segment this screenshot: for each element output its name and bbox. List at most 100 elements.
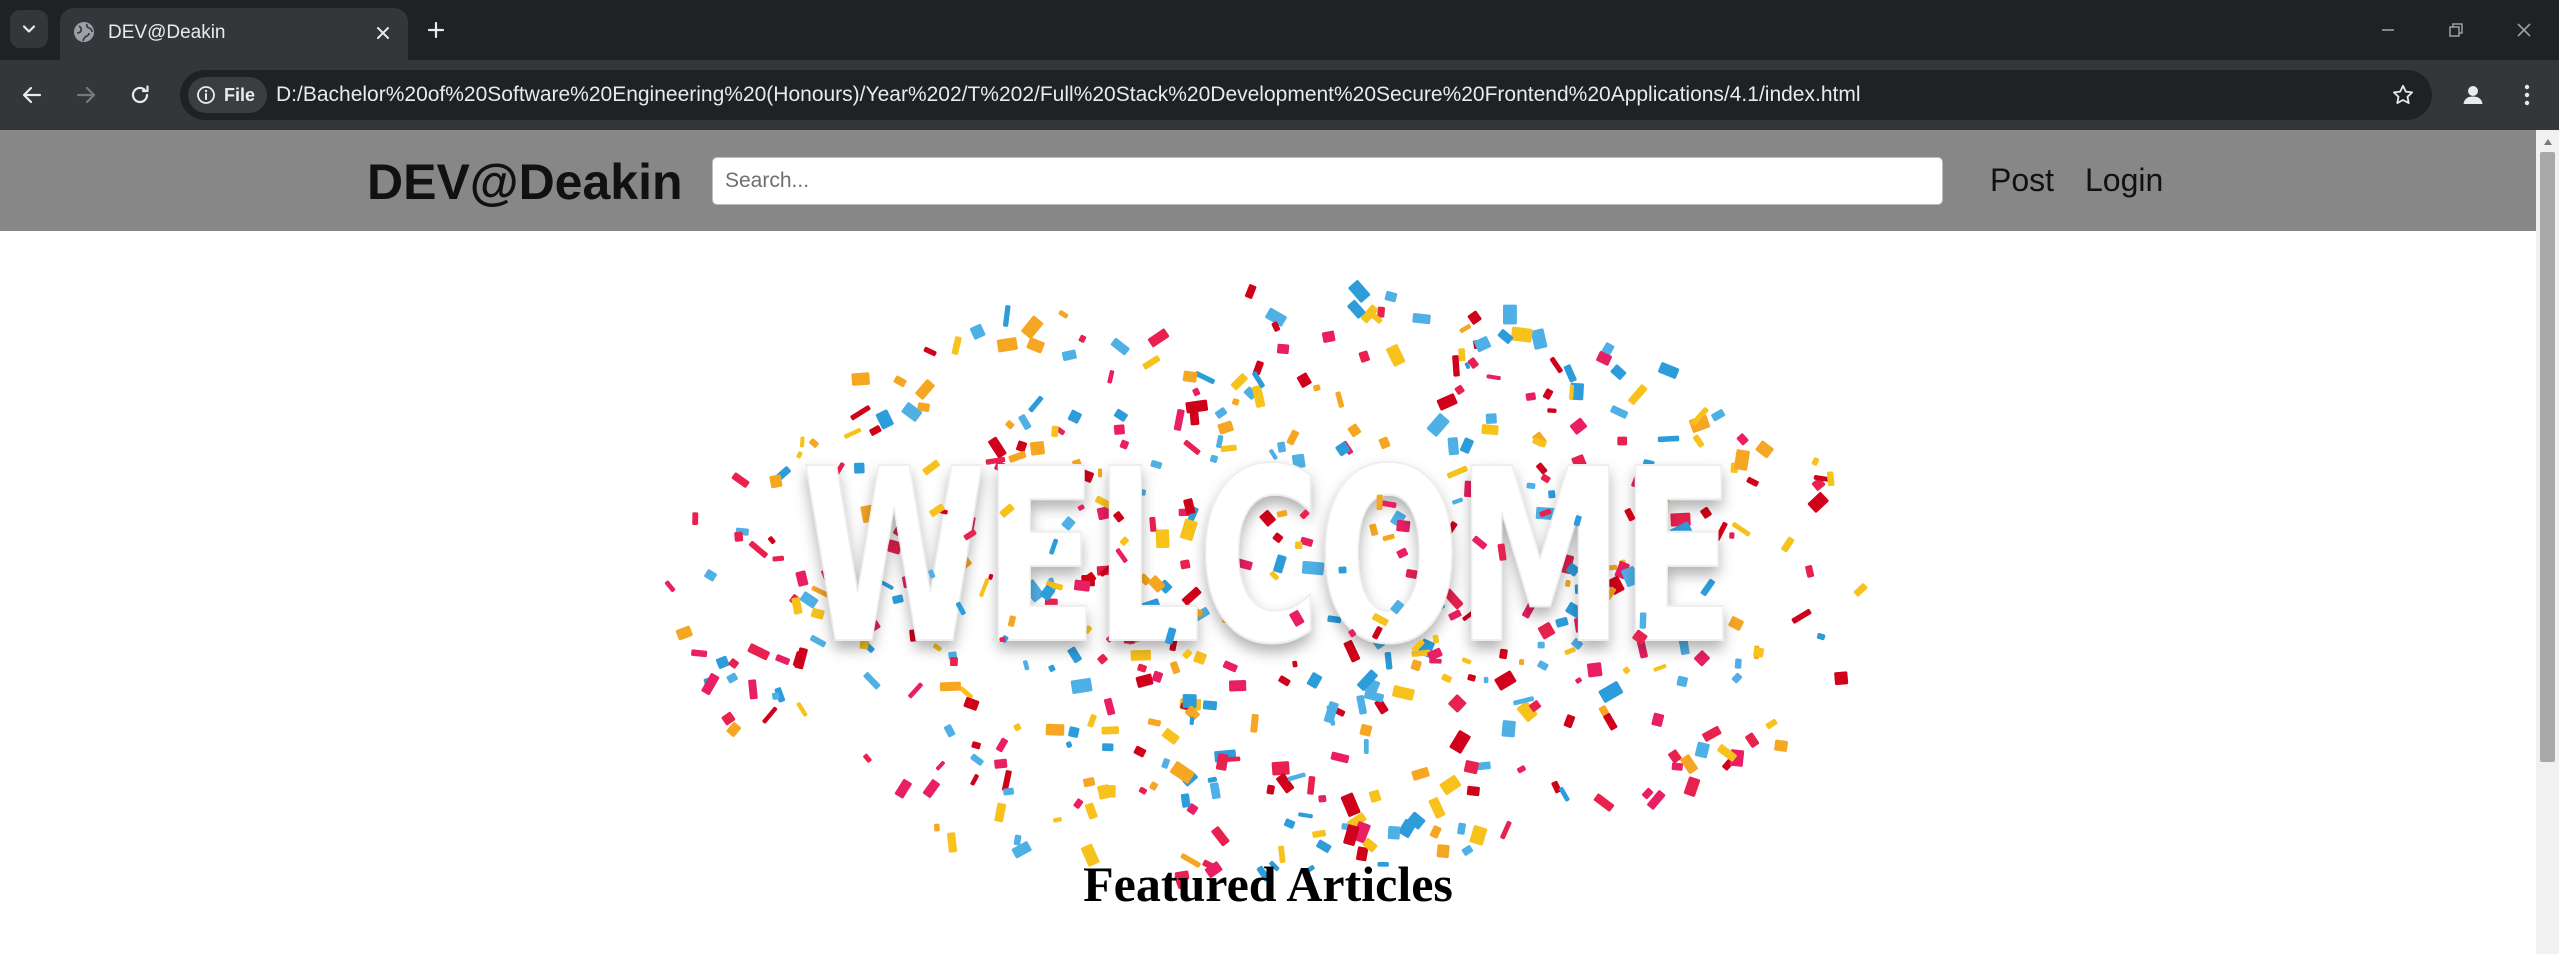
confetti-piece xyxy=(851,372,870,386)
bookmark-button[interactable] xyxy=(2386,78,2420,112)
minimize-button[interactable] xyxy=(2364,10,2412,50)
confetti-piece xyxy=(691,649,708,658)
restore-icon xyxy=(2449,23,2463,37)
confetti-piece xyxy=(796,702,808,717)
browser-menu-button[interactable] xyxy=(2507,75,2547,115)
browser-tab-strip: DEV@Deakin xyxy=(0,0,2559,60)
confetti-piece xyxy=(675,625,693,641)
tab-title: DEV@Deakin xyxy=(108,22,226,43)
forward-button[interactable] xyxy=(66,75,106,115)
confetti-piece xyxy=(1068,726,1080,738)
confetti-piece xyxy=(1084,802,1098,820)
confetti-piece xyxy=(1189,716,1195,726)
confetti-piece xyxy=(726,672,738,684)
confetti-piece xyxy=(715,655,730,669)
confetti-piece xyxy=(1651,712,1665,727)
scrollbar-thumb[interactable] xyxy=(2540,152,2555,762)
confetti-piece xyxy=(1500,820,1512,840)
confetti-piece xyxy=(1734,658,1742,669)
nav-post-link[interactable]: Post xyxy=(1990,160,2054,200)
confetti-piece xyxy=(1244,284,1257,299)
triangle-up-icon xyxy=(2543,139,2552,145)
close-window-button[interactable] xyxy=(2500,10,2548,50)
confetti-piece xyxy=(1073,798,1084,809)
minimize-icon xyxy=(2382,29,2394,31)
confetti-piece xyxy=(1078,334,1087,343)
confetti-piece xyxy=(1340,792,1361,817)
confetti-piece xyxy=(1499,648,1508,660)
confetti-piece xyxy=(1755,440,1774,459)
confetti-piece xyxy=(970,774,979,786)
search-input[interactable] xyxy=(712,157,1943,205)
confetti-piece xyxy=(1563,364,1577,383)
confetti-piece xyxy=(1107,370,1115,384)
confetti-piece xyxy=(1449,730,1471,754)
confetti-piece xyxy=(1087,714,1097,728)
scroll-up-button[interactable] xyxy=(2536,132,2559,152)
confetti-piece xyxy=(1185,399,1209,414)
site-info-chip[interactable]: File xyxy=(188,77,268,113)
profile-button[interactable] xyxy=(2453,75,2493,115)
confetti-piece xyxy=(1501,720,1516,738)
address-bar[interactable]: File D:/Bachelor%20of%20Software%20Engin… xyxy=(180,70,2432,120)
tab-search-button[interactable] xyxy=(10,10,48,48)
confetti-piece xyxy=(1628,384,1648,405)
confetti-piece xyxy=(1736,433,1749,446)
reload-button[interactable] xyxy=(120,75,160,115)
confetti-piece xyxy=(963,697,980,711)
profile-icon xyxy=(2463,86,2483,104)
confetti-piece xyxy=(1811,457,1820,466)
confetti-piece xyxy=(1805,565,1815,578)
browser-tab-active[interactable]: DEV@Deakin xyxy=(60,8,408,60)
confetti-piece xyxy=(996,337,1018,353)
confetti-piece xyxy=(1853,583,1868,597)
site-logo[interactable]: DEV@Deakin xyxy=(367,154,683,210)
confetti-piece xyxy=(1358,350,1370,363)
confetti-piece xyxy=(1745,732,1760,748)
confetti-piece xyxy=(1463,760,1480,775)
restore-button[interactable] xyxy=(2432,10,2480,50)
confetti-piece xyxy=(1348,280,1371,303)
confetti-piece xyxy=(1028,395,1044,413)
confetti-piece xyxy=(994,802,1007,823)
confetti-piece xyxy=(947,832,958,853)
star-icon xyxy=(2393,84,2413,104)
confetti-piece xyxy=(734,531,744,542)
confetti-piece xyxy=(1384,290,1398,303)
confetti-piece xyxy=(1459,324,1471,334)
confetti-piece xyxy=(1454,384,1465,395)
confetti-piece xyxy=(1467,310,1482,325)
confetti-piece xyxy=(748,679,758,700)
confetti-piece xyxy=(728,658,739,669)
confetti-piece xyxy=(1439,774,1462,795)
confetti-piece xyxy=(1321,330,1336,343)
confetti-piece xyxy=(951,336,962,355)
confetti-piece xyxy=(1053,817,1062,823)
confetti-piece xyxy=(1807,492,1829,513)
back-button[interactable] xyxy=(12,75,52,115)
confetti-piece xyxy=(1658,362,1680,379)
tab-close-button[interactable] xyxy=(370,20,396,46)
confetti-piece xyxy=(1316,839,1332,853)
nav-login-link[interactable]: Login xyxy=(2085,160,2163,200)
confetti-piece xyxy=(1411,767,1430,781)
confetti-piece xyxy=(1142,355,1161,370)
confetti-piece xyxy=(1516,765,1526,774)
confetti-piece xyxy=(922,779,940,798)
url-text[interactable]: D:/Bachelor%20of%20Software%20Engineerin… xyxy=(276,82,1861,108)
page-scrollbar[interactable] xyxy=(2536,130,2559,954)
confetti-piece xyxy=(1103,697,1116,716)
confetti-piece xyxy=(1436,393,1458,411)
confetti-piece xyxy=(1065,741,1073,748)
confetti-piece xyxy=(969,323,986,340)
info-icon xyxy=(197,86,215,104)
confetti-piece xyxy=(1486,374,1501,381)
confetti-piece xyxy=(768,536,776,545)
confetti-piece xyxy=(1364,738,1369,754)
close-icon xyxy=(377,27,389,39)
new-tab-button[interactable] xyxy=(418,12,454,48)
reload-icon xyxy=(131,85,149,104)
confetti-piece xyxy=(1525,392,1537,401)
confetti-piece xyxy=(1313,384,1321,392)
confetti-piece xyxy=(1283,818,1296,829)
